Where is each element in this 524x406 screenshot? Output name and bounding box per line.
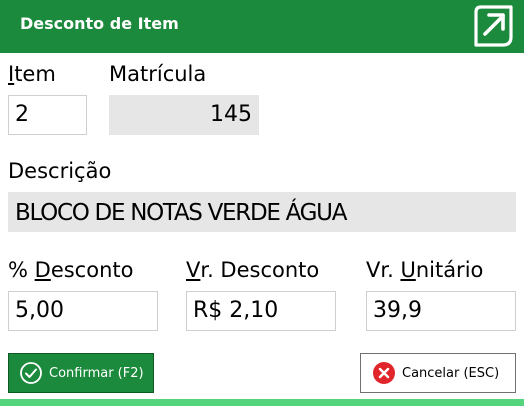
pct-desconto-input[interactable]: 5,00 [8, 291, 158, 331]
vr-unitario-input[interactable]: 39,9 [366, 291, 516, 331]
matricula-field: 145 [109, 95, 259, 135]
item-label: Item [8, 62, 56, 86]
arrow-up-right-icon [474, 5, 513, 47]
confirm-button-label: Confirmar (F2) [49, 365, 144, 381]
descricao-label: Descrição [8, 159, 112, 183]
footer-bar [0, 399, 524, 406]
item-input[interactable]: 2 [8, 95, 87, 135]
window-title: Desconto de Item [20, 14, 179, 33]
x-circle-icon [373, 362, 395, 384]
confirm-button[interactable]: Confirmar (F2) [8, 353, 154, 393]
check-circle-icon [20, 362, 42, 384]
matricula-label: Matrícula [109, 62, 207, 86]
vr-unitario-label: Vr. Unitário [366, 258, 484, 282]
vr-desconto-label: Vr. Desconto [186, 258, 320, 282]
cancel-button[interactable]: Cancelar (ESC) [360, 353, 516, 393]
cancel-button-label: Cancelar (ESC) [402, 365, 500, 381]
pct-desconto-label: % Desconto [8, 258, 134, 282]
title-bar: Desconto de Item [0, 0, 524, 53]
descricao-field: BLOCO DE NOTAS VERDE ÁGUA [8, 192, 516, 232]
vr-desconto-input[interactable]: R$ 2,10 [186, 291, 336, 331]
